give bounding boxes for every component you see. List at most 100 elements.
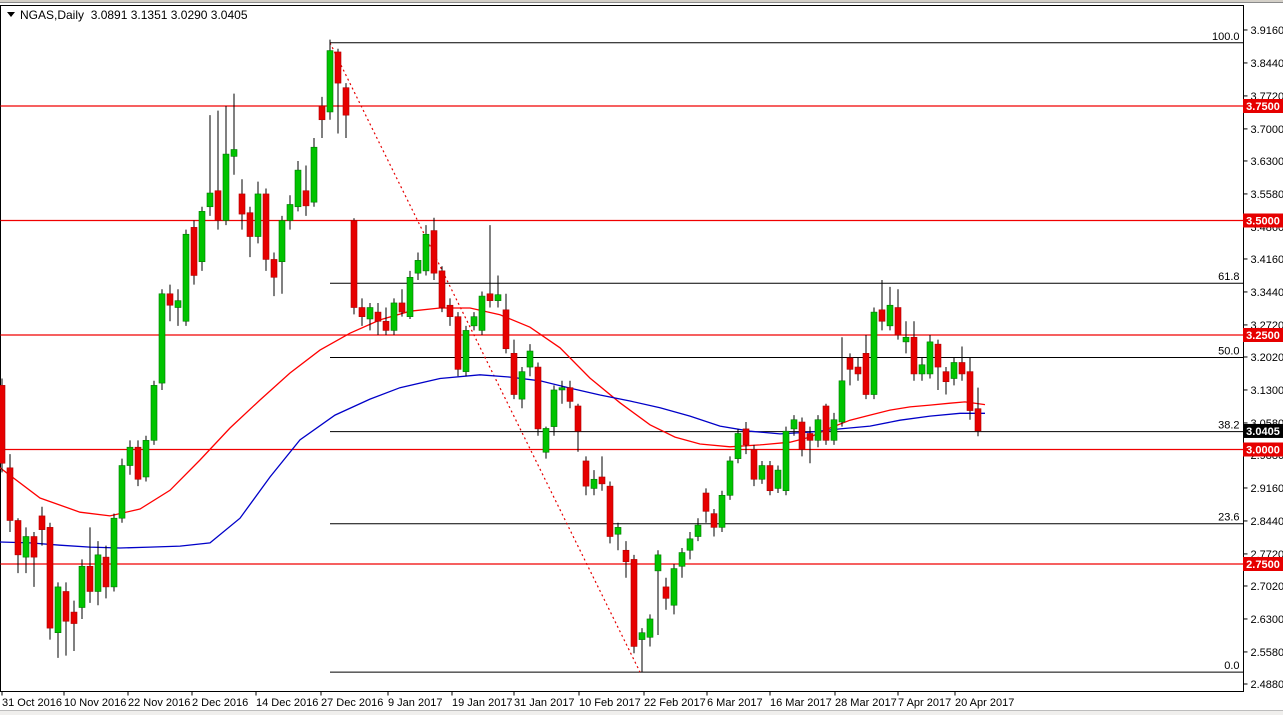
candle-down bbox=[806, 433, 814, 441]
x-tick-label: 10 Feb 2017 bbox=[579, 697, 641, 709]
x-tick-label: 14 Dec 2016 bbox=[256, 697, 318, 709]
x-tick-label: 31 Jan 2017 bbox=[514, 697, 575, 709]
candle-up bbox=[286, 204, 294, 221]
candle-down bbox=[246, 212, 254, 237]
candle-up bbox=[694, 524, 702, 537]
candle-up bbox=[526, 350, 534, 368]
candle-up bbox=[678, 552, 686, 567]
candle-up bbox=[278, 220, 286, 263]
candle-down bbox=[334, 51, 342, 84]
x-tick-label: 27 Dec 2016 bbox=[321, 697, 383, 709]
y-tick-label: 2.4880 bbox=[1251, 679, 1283, 691]
symbol-timeframe-label: NGAS,Daily bbox=[20, 8, 85, 22]
y-tick-label: 3.5580 bbox=[1251, 189, 1283, 201]
candle-down bbox=[894, 307, 902, 336]
candle-up bbox=[494, 294, 502, 301]
candle-down bbox=[166, 293, 174, 306]
candle-up bbox=[158, 293, 166, 384]
candle-down bbox=[454, 316, 462, 370]
candle-down bbox=[318, 105, 326, 121]
candle-up bbox=[838, 380, 846, 423]
y-tick-label: 3.9160 bbox=[1251, 25, 1283, 37]
candle-down bbox=[630, 559, 638, 647]
candle-down bbox=[6, 467, 14, 521]
fib-label-50.0: 50.0 bbox=[1218, 345, 1239, 357]
candle-up bbox=[830, 419, 838, 441]
price-badge-3.2500-text: 3.2500 bbox=[1246, 330, 1280, 342]
candle-down bbox=[566, 387, 574, 402]
candle-down bbox=[846, 357, 854, 370]
ma-fast-red-line[interactable] bbox=[0, 307, 986, 517]
x-tick-label: 19 Jan 2017 bbox=[452, 697, 513, 709]
candle-down bbox=[270, 259, 278, 278]
candle-down bbox=[966, 371, 974, 411]
candle-down bbox=[342, 87, 350, 116]
candle-up bbox=[790, 419, 798, 430]
candle-down bbox=[750, 449, 758, 480]
candle-down bbox=[382, 320, 390, 331]
fib-label-23.6: 23.6 bbox=[1218, 512, 1239, 524]
candle-up bbox=[774, 469, 782, 489]
candle-up bbox=[758, 465, 766, 480]
x-tick-label: 20 Apr 2017 bbox=[955, 697, 1014, 709]
candle-up bbox=[542, 428, 550, 453]
candle-up bbox=[174, 300, 182, 308]
candle-up bbox=[254, 193, 262, 237]
candle-up bbox=[94, 554, 102, 592]
candle-down bbox=[438, 270, 446, 308]
candle-down bbox=[622, 549, 630, 563]
candle-up bbox=[222, 153, 230, 221]
y-tick-label: 2.7020 bbox=[1251, 581, 1283, 593]
candle-up bbox=[78, 565, 86, 608]
candle-down bbox=[934, 343, 942, 368]
candle-up bbox=[814, 419, 822, 441]
mt4-chart-window: 0.0 23.6 38.2 50.0 61.8 100.0 3.9160 3.8440 3.77… bbox=[0, 0, 1283, 715]
title-spacer bbox=[84, 8, 91, 22]
candle-down bbox=[62, 591, 70, 622]
candle-down bbox=[430, 230, 438, 274]
price-badge-3.5000-text: 3.5000 bbox=[1246, 216, 1280, 228]
candle-up bbox=[926, 341, 934, 375]
candle-down bbox=[662, 586, 670, 599]
candle-down bbox=[30, 536, 38, 558]
candle-down bbox=[374, 311, 382, 322]
candle-down bbox=[398, 302, 406, 313]
candle-down bbox=[862, 353, 870, 395]
y-tick-label: 3.3440 bbox=[1251, 287, 1283, 299]
candle-up bbox=[726, 460, 734, 496]
y-tick-label: 3.6300 bbox=[1251, 156, 1283, 168]
candle-down bbox=[742, 428, 750, 446]
window-bottom-edge bbox=[0, 710, 1283, 715]
symbol-dropdown-icon[interactable] bbox=[7, 12, 15, 17]
candle-up bbox=[550, 389, 558, 427]
candle-up bbox=[558, 387, 566, 391]
candle-up bbox=[310, 146, 318, 203]
candle-down bbox=[38, 515, 46, 530]
candle-up bbox=[686, 538, 694, 551]
x-tick-label: 10 Nov 2016 bbox=[64, 697, 126, 709]
candle-down bbox=[238, 193, 246, 215]
candle-down bbox=[878, 309, 886, 322]
x-tick-label: 28 Mar 2017 bbox=[835, 697, 897, 709]
x-tick-label: 2 Dec 2016 bbox=[192, 697, 248, 709]
x-tick-label: 6 Mar 2017 bbox=[707, 697, 763, 709]
y-tick-label: 3.8440 bbox=[1251, 58, 1283, 70]
candle-up bbox=[950, 362, 958, 379]
price-chart[interactable]: 0.023.638.250.061.8100.0 3.91603.84403.77… bbox=[0, 0, 1283, 715]
ohlc-quote: 3.0891 3.1351 3.0290 3.0405 bbox=[90, 8, 248, 22]
candle-down bbox=[134, 446, 142, 480]
candle-down bbox=[702, 492, 710, 512]
candle-up bbox=[182, 233, 190, 322]
candle-down bbox=[510, 353, 518, 395]
y-tick-label: 2.8440 bbox=[1251, 516, 1283, 528]
candle-down bbox=[574, 405, 582, 432]
candle-up bbox=[718, 494, 726, 528]
y-tick-label: 2.9160 bbox=[1251, 483, 1283, 495]
candle-up bbox=[478, 295, 486, 331]
candle-down bbox=[0, 385, 6, 464]
candle-down bbox=[766, 465, 774, 492]
price-badge-3.0000-text: 3.0000 bbox=[1246, 445, 1280, 457]
candle-up bbox=[54, 586, 62, 634]
current-price-badge-text: 3.0405 bbox=[1246, 426, 1280, 438]
candle-up bbox=[142, 440, 150, 478]
